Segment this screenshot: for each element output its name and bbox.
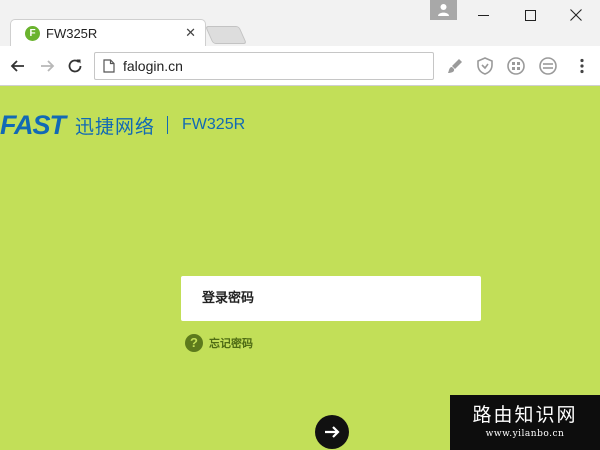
more-vertical-icon [580, 58, 584, 74]
login-button[interactable] [315, 415, 349, 449]
close-window-button[interactable] [553, 0, 599, 30]
password-input[interactable] [181, 276, 481, 321]
browser-tab[interactable]: F FW325R ✕ [10, 19, 206, 46]
new-tab-button[interactable] [204, 26, 248, 44]
profile-button[interactable] [430, 0, 457, 20]
watermark-url: www.yilanbo.cn [485, 429, 565, 439]
brand-divider [167, 116, 169, 134]
maximize-icon [524, 9, 536, 21]
arrow-left-icon [10, 60, 24, 72]
model-name: FW325R [182, 116, 246, 133]
forgot-password-label: 忘记密码 [209, 337, 253, 350]
close-icon [570, 9, 582, 21]
grid-extension-button-2[interactable] [538, 56, 558, 76]
address-bar[interactable]: falogin.cn [94, 52, 434, 80]
fast-logo: FAST [0, 109, 66, 140]
shield-extension-button[interactable] [475, 56, 495, 76]
back-button[interactable] [6, 54, 30, 78]
forward-button[interactable] [35, 54, 59, 78]
tab-favicon: F [25, 26, 40, 41]
browser-toolbar: falogin.cn [0, 46, 600, 86]
reload-button[interactable] [63, 54, 87, 78]
arrow-right-circle-icon [325, 426, 340, 438]
browser-menu-button[interactable] [572, 56, 592, 76]
arrow-right-icon [41, 60, 55, 72]
watermark: 路由知识网 www.yilanbo.cn [450, 395, 600, 450]
tab-title: FW325R [46, 26, 98, 41]
shield-extension-icon [477, 57, 493, 75]
grid-extension-button[interactable] [506, 56, 526, 76]
brand-name: 迅捷网络 [75, 116, 156, 138]
grid-extension-icon-2 [539, 57, 557, 75]
tab-close-icon[interactable]: ✕ [185, 25, 196, 41]
url-text: falogin.cn [123, 58, 183, 74]
reload-icon [68, 59, 82, 73]
watermark-title: 路由知识网 [472, 404, 578, 426]
question-icon: ? [185, 334, 203, 352]
person-icon [438, 4, 449, 16]
brush-extension-icon [448, 59, 462, 73]
minimize-icon [477, 14, 489, 16]
brand-header: FAST 迅捷网络 FW325R [0, 108, 245, 142]
maximize-button[interactable] [507, 0, 553, 30]
minimize-button[interactable] [460, 0, 506, 30]
browser-titlebar: F FW325R ✕ [0, 0, 600, 46]
brush-extension-button[interactable] [446, 56, 466, 76]
page-icon[interactable] [103, 59, 115, 73]
forgot-password-link[interactable]: ? 忘记密码 [185, 334, 253, 352]
grid-extension-icon [507, 57, 525, 75]
password-box [181, 276, 481, 321]
